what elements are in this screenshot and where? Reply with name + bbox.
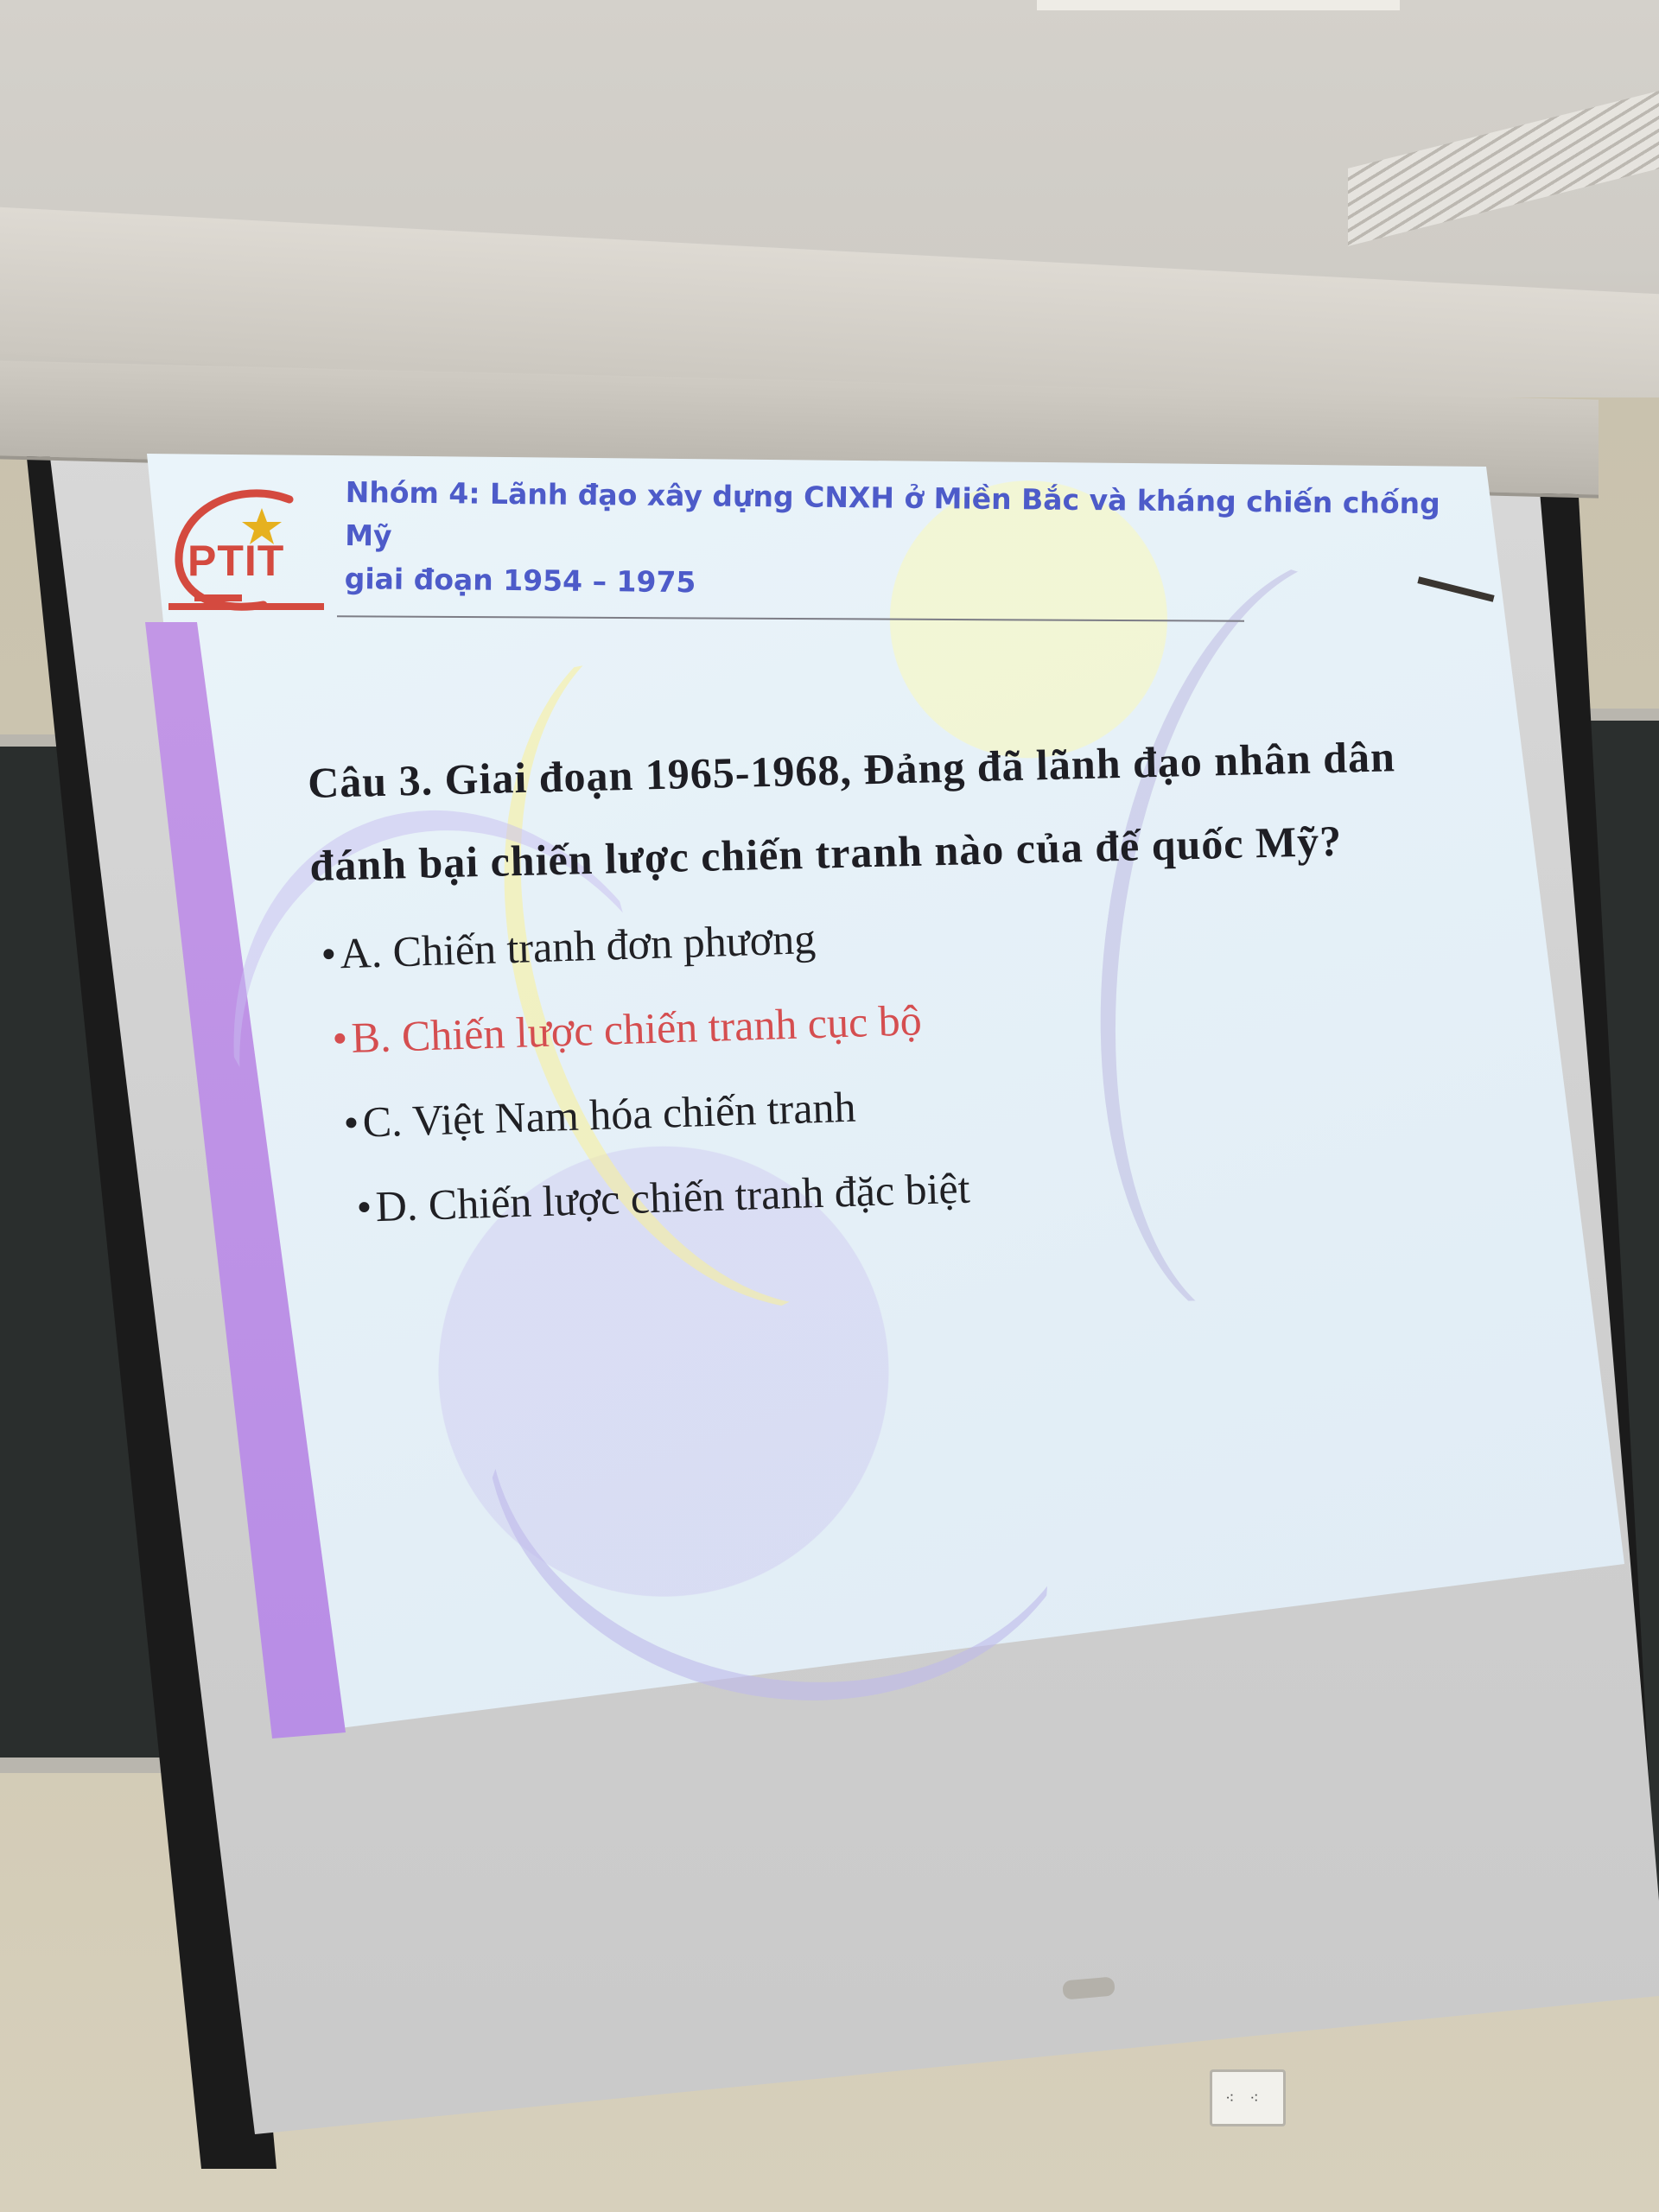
ceiling-vent [1348, 91, 1659, 246]
classroom-photo: PTIT Nhóm 4: Lãnh đạo xây dựng CNXH ở Mi… [0, 0, 1659, 2212]
option-text: D. Chiến lược chiến tranh đặc biệt [374, 1163, 971, 1231]
header-line: Nhóm 4: Lãnh đạo xây dựng CNXH ở Miền Bắ… [345, 474, 1440, 553]
bullet-icon: • [355, 1182, 373, 1231]
wall-outlet: ⁖ ⁖ [1210, 2069, 1286, 2126]
option-text: B. Chiến lược chiến tranh cục bộ [350, 995, 923, 1062]
bullet-icon: • [320, 929, 337, 978]
outlet-socket-icon: ⁖ ⁖ [1225, 2089, 1264, 2107]
logo-text: PTIT [188, 537, 285, 585]
option-text: A. Chiến tranh đơn phương [339, 913, 817, 978]
ceiling-light [1037, 0, 1400, 10]
ptit-logo: PTIT [160, 484, 333, 622]
bullet-icon: • [331, 1014, 348, 1063]
answer-options: •A. Chiến tranh đơn phương •B. Chiến lượ… [320, 879, 1367, 1249]
bullet-icon: • [342, 1097, 360, 1147]
question-text: Câu 3. Giai đoạn 1965-1968, Đảng đã lãnh… [307, 712, 1503, 907]
slide-header: Nhóm 4: Lãnh đạo xây dựng CNXH ở Miền Bắ… [344, 471, 1460, 613]
option-text: C. Việt Nam hóa chiến tranh [361, 1082, 857, 1147]
